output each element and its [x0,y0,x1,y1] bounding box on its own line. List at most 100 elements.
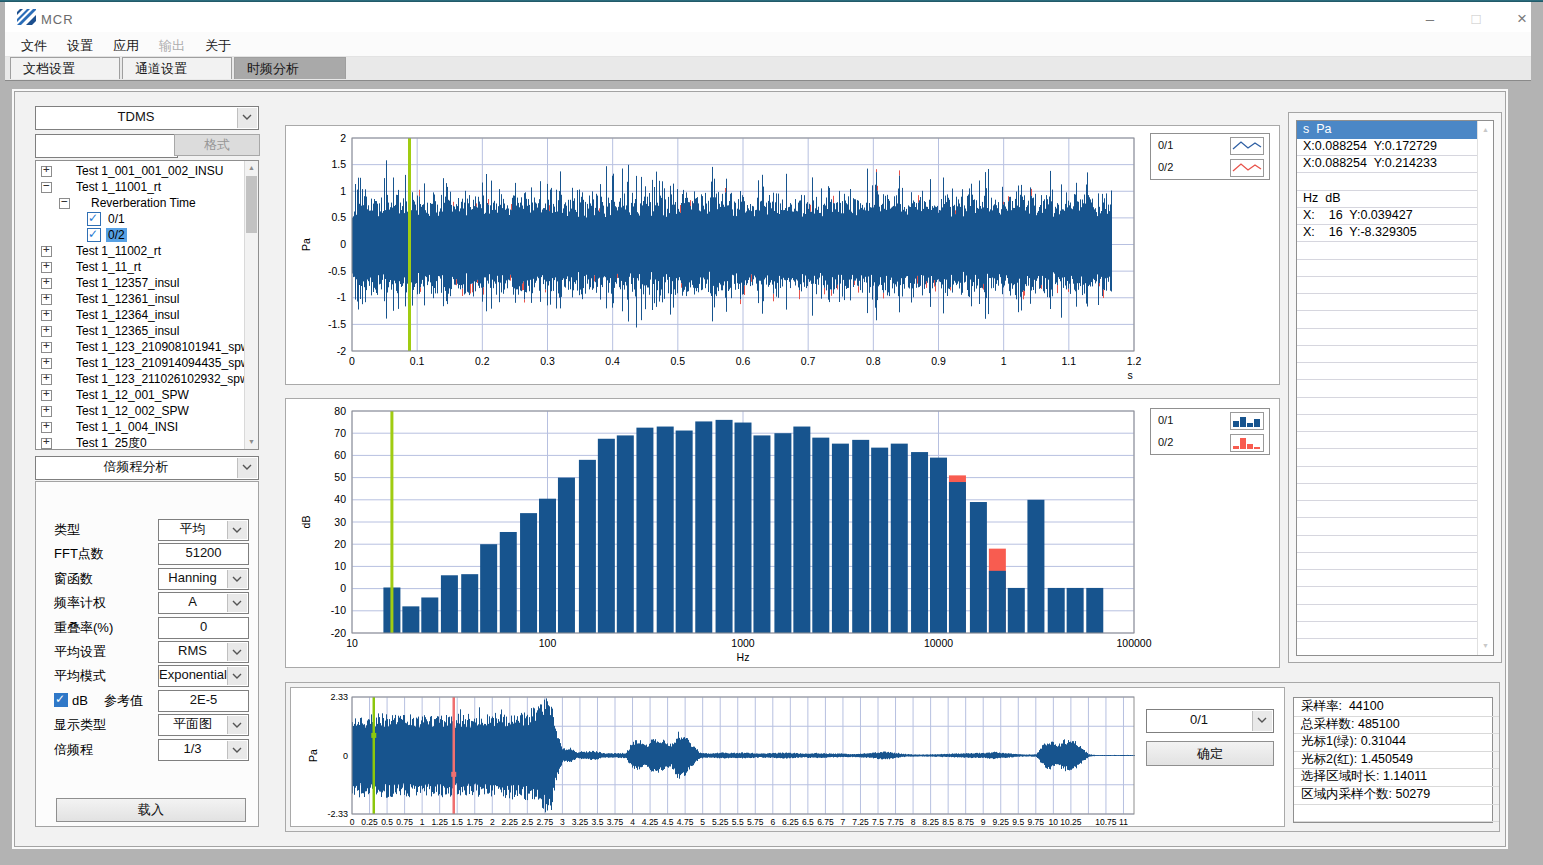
svg-text:0.2: 0.2 [475,355,490,367]
form-select-3[interactable]: Hanning [158,568,249,590]
tree-item[interactable]: +Test 1_12357_insul [36,275,258,291]
tab-2[interactable]: 通道设置 [122,57,232,79]
tab-3[interactable]: 时频分析 [234,57,346,79]
expand-icon[interactable]: + [41,246,52,257]
tree-item[interactable]: +Test 1_11_rt [36,259,258,275]
svg-text:10.75: 10.75 [1095,817,1117,826]
overview-channel-select[interactable]: 0/1 [1146,709,1274,733]
form-select-1[interactable]: 平均 [158,519,249,541]
format-button[interactable]: 格式 [174,134,260,156]
menu-item-2[interactable]: 设置 [61,35,99,57]
tree-item[interactable]: +Test 1_25度0 [36,435,258,450]
scroll-down-arrow[interactable]: ▼ [245,435,258,449]
scroll-up-arrow[interactable]: ▲ [1478,123,1493,137]
time-chart-legend: 0/10/2 [1150,133,1270,180]
tree-item[interactable]: −Test 1_11001_rt [36,179,258,195]
legend-row: 0/1 [1151,135,1269,157]
tree-item[interactable]: +Test 1_12_002_SPW [36,403,258,419]
form-input-2[interactable]: 51200 [158,543,249,565]
expand-icon[interactable]: + [41,406,52,417]
cursor-list-row [1297,535,1483,553]
cursor-list-row: X: 16 Y:0.039427 [1297,207,1483,225]
expand-icon[interactable]: + [41,278,52,289]
form-row-label: 重叠率(%) [54,617,113,638]
overview-waveform-chart[interactable]: 00.250.50.7511.251.51.7522.252.52.7533.2… [291,688,1284,826]
time-waveform-chart[interactable]: 00.10.20.30.40.50.60.70.80.911.11.2-2-1.… [286,126,1279,384]
tree-item[interactable]: +Test 1_001_001_002_INSU [36,163,258,179]
tree-item[interactable]: +Test 1_12364_insul [36,307,258,323]
tree-item-label: Reverberation Time [89,196,198,210]
third-octave-chart[interactable]: 10100100010000100000-20-1001020304050607… [286,399,1279,667]
form-select-10[interactable]: 1/3 [158,739,249,761]
cursor-list-scrollbar[interactable]: ▲▼ [1477,121,1493,655]
svg-text:20: 20 [334,538,346,550]
scroll-up-arrow[interactable]: ▲ [245,161,258,175]
maximize-button[interactable]: □ [1461,10,1491,28]
form-select-9[interactable]: 平面图 [158,714,249,736]
svg-text:0.9: 0.9 [931,355,946,367]
expand-icon[interactable]: + [41,342,52,353]
tree-item[interactable]: +Test 1_12365_insul [36,323,258,339]
expand-icon[interactable]: + [41,294,52,305]
analysis-select[interactable]: 倍频程分析 [35,456,259,480]
svg-text:0.6: 0.6 [736,355,751,367]
svg-text:11: 11 [1119,817,1128,826]
expand-icon[interactable]: + [41,438,52,449]
chevron-down-icon [237,108,257,128]
tab-1[interactable]: 文档设置 [10,57,120,79]
menu-item-1[interactable]: 文件 [15,35,53,57]
tree-scrollbar[interactable]: ▲▼ [244,161,258,449]
chevron-down-icon [227,716,247,734]
expand-icon[interactable]: + [41,358,52,369]
tree-checkbox[interactable]: ✓ [87,228,101,242]
db-checkbox[interactable]: ✓ [54,693,68,707]
expand-icon[interactable]: + [41,326,52,337]
svg-text:2.25: 2.25 [502,817,519,826]
expand-icon[interactable]: + [41,422,52,433]
form-select-7[interactable]: Exponential [158,665,249,687]
format-select[interactable]: TDMS [35,106,259,130]
expand-icon[interactable]: + [41,374,52,385]
tree-checkbox[interactable]: ✓ [87,212,101,226]
scroll-down-arrow[interactable]: ▼ [1478,639,1493,653]
expand-icon[interactable]: + [41,310,52,321]
confirm-button[interactable]: 确定 [1146,741,1274,766]
cursor-values-list[interactable]: s PaX:0.088254 Y:0.172729X:0.088254 Y:0.… [1296,120,1494,656]
tree-item[interactable]: +Test 1_12361_insul [36,291,258,307]
tree-item[interactable]: +Test 1_11002_rt [36,243,258,259]
collapse-icon[interactable]: − [41,182,52,193]
tree-item[interactable]: +Test 1_1_004_INSI [36,419,258,435]
file-tree[interactable]: +Test 1_001_001_002_INSU−Test 1_11001_rt… [35,160,259,450]
menu-item-5[interactable]: 关于 [199,35,237,57]
menu-item-4[interactable]: 输出 [153,35,191,57]
svg-text:-20: -20 [331,627,346,639]
tree-item[interactable]: + Test 1_12_001_SPW [36,387,258,403]
form-row-label: 显示类型 [54,714,106,735]
collapse-icon[interactable]: − [59,198,70,209]
form-select-4[interactable]: A [158,592,249,614]
cursor-list-row [1297,345,1483,363]
minimize-button[interactable]: – [1415,10,1445,28]
form-input-5[interactable]: 0 [158,617,249,639]
filter-input[interactable] [35,134,178,158]
form-select-6[interactable]: RMS [158,641,249,663]
tree-item[interactable]: − Reverberation Time [36,195,258,211]
tree-item[interactable]: ✓0/2 [36,227,258,243]
scroll-thumb[interactable] [246,176,257,233]
menu-item-3[interactable]: 应用 [107,35,145,57]
tree-item[interactable]: +Test 1_123_210914094435_spw [36,355,258,371]
expand-icon[interactable]: + [41,262,52,273]
cursor-list-row [1297,638,1483,656]
form-input-8[interactable]: 2E-5 [158,690,249,712]
tree-item[interactable]: +Test 1_123_210908101941_spw [36,339,258,355]
close-button[interactable]: × [1507,10,1537,28]
expand-icon[interactable]: + [41,166,52,177]
svg-text:9: 9 [981,817,986,826]
svg-text:s: s [1127,369,1132,381]
tree-item[interactable]: +Test 1_123_211026102932_spw [36,371,258,387]
load-button[interactable]: 载入 [56,798,246,822]
tree-item-label: Test 1_12_001_SPW [74,388,191,402]
tabbar: 文档设置通道设置时频分析 [5,57,1531,81]
expand-icon[interactable]: + [41,390,52,401]
tree-item[interactable]: ✓0/1 [36,211,258,227]
